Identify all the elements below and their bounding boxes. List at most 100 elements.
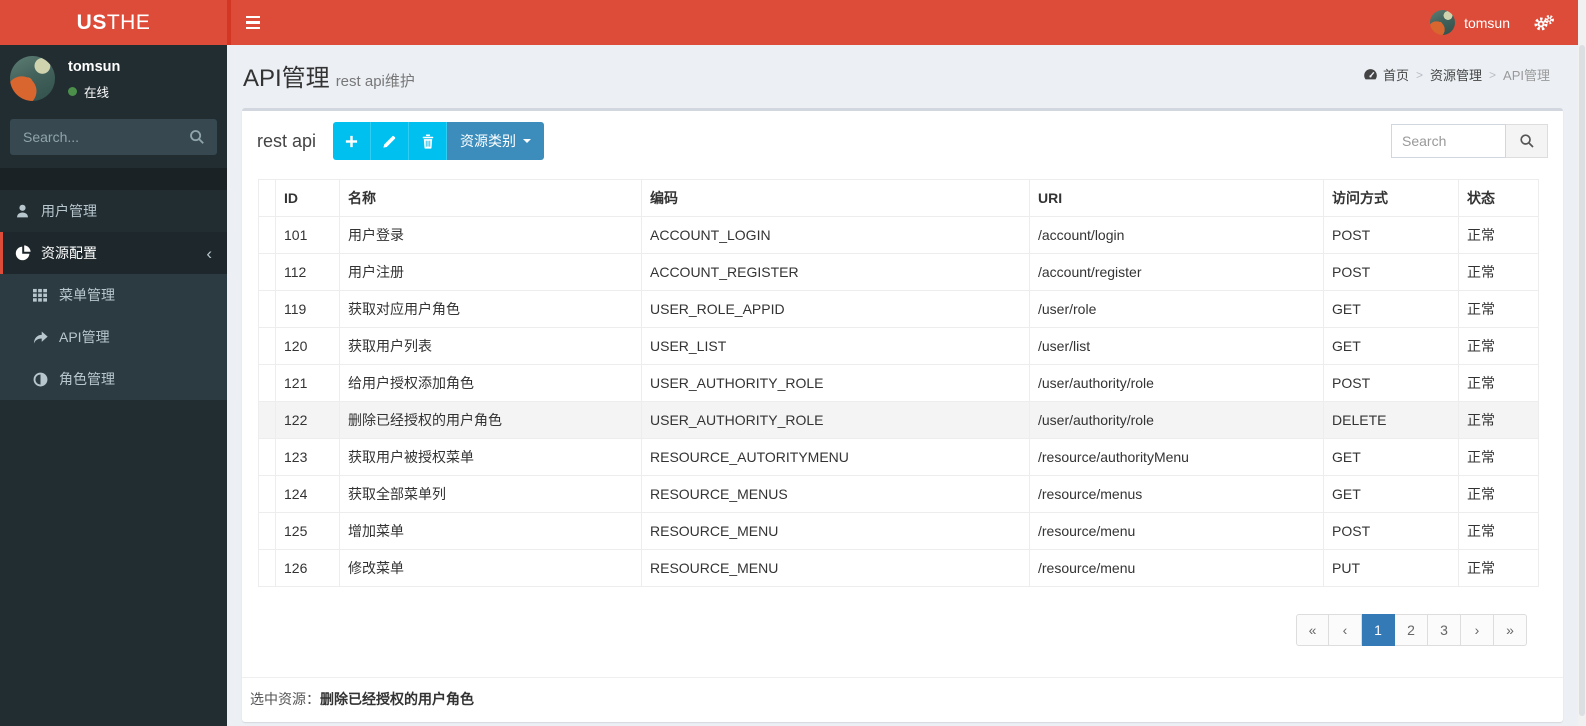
trash-icon [421,134,435,149]
header-method[interactable]: 访问方式 [1324,180,1459,217]
table-search-input[interactable] [1391,124,1506,158]
sidebar-item-resource-config[interactable]: 资源配置 ‹ [0,232,227,274]
cell-uri: /resource/menu [1030,513,1324,550]
cell-name: 修改菜单 [340,550,642,587]
sidebar-item-label: 用户管理 [41,201,97,221]
cell-method: POST [1324,254,1459,291]
add-button[interactable] [333,122,371,160]
delete-button[interactable] [409,122,447,160]
user-status-label: 在线 [84,82,109,101]
cell-status: 正常 [1459,550,1539,587]
breadcrumb-resource[interactable]: 资源管理 [1430,65,1482,84]
cell-id: 121 [276,365,340,402]
sidebar-item-api-management[interactable]: API管理 [0,316,227,358]
breadcrumb: 首页 > 资源管理 > API管理 [1363,65,1550,84]
table-row[interactable]: 125增加菜单RESOURCE_MENU/resource/menuPOST正常 [259,513,1539,550]
dashboard-icon [1363,68,1378,81]
cell-uri: /user/authority/role [1030,402,1324,439]
page-button-1[interactable]: 1 [1362,614,1395,646]
table-search-button[interactable] [1506,124,1548,158]
breadcrumb-separator: > [1489,68,1496,82]
page-button-»[interactable]: » [1494,614,1527,646]
table-row[interactable]: 119获取对应用户角色USER_ROLE_APPID/user/roleGET正… [259,291,1539,328]
cell-status: 正常 [1459,291,1539,328]
cell-status: 正常 [1459,328,1539,365]
cell-method: GET [1324,439,1459,476]
search-icon [189,129,205,145]
edit-button[interactable] [371,122,409,160]
cell-name: 获取全部菜单列 [340,476,642,513]
header-lead-cell [259,180,276,217]
sidebar-username: tomsun [68,59,120,75]
breadcrumb-home[interactable]: 首页 [1363,65,1409,84]
sidebar-item-role-management[interactable]: 角色管理 [0,358,227,400]
sidebar-search-form [10,119,217,155]
cell-method: GET [1324,476,1459,513]
cell-method: PUT [1324,550,1459,587]
scrollbar-thumb[interactable] [1579,45,1585,716]
cell-id: 112 [276,254,340,291]
cell-status: 正常 [1459,254,1539,291]
table-row[interactable]: 126修改菜单RESOURCE_MENU/resource/menuPUT正常 [259,550,1539,587]
cell-code: USER_AUTHORITY_ROLE [642,402,1030,439]
panel-title: rest api [257,131,316,152]
header-code[interactable]: 编码 [642,180,1030,217]
cell-code: ACCOUNT_LOGIN [642,217,1030,254]
sidebar-item-label: 角色管理 [59,369,115,389]
cell-method: POST [1324,365,1459,402]
table-body: 101用户登录ACCOUNT_LOGIN/account/loginPOST正常… [259,217,1539,587]
header-uri[interactable]: URI [1030,180,1324,217]
cell-code: RESOURCE_MENUS [642,476,1030,513]
header-status[interactable]: 状态 [1459,180,1539,217]
header-id[interactable]: ID [276,180,340,217]
table-search-group [1391,124,1548,158]
hamburger-icon [246,16,260,19]
selected-resource-value: 删除已经授权的用户角色 [320,691,474,707]
vertical-scrollbar[interactable] [1578,0,1586,726]
cell-name: 用户登录 [340,217,642,254]
table-row[interactable]: 122删除已经授权的用户角色USER_AUTHORITY_ROLE/user/a… [259,402,1539,439]
cell-id: 123 [276,439,340,476]
navbar-user-menu[interactable]: tomsun [1418,0,1522,45]
cell-status: 正常 [1459,476,1539,513]
gears-icon [1534,14,1554,32]
cell-uri: /account/register [1030,254,1324,291]
cell-uri: /resource/menu [1030,550,1324,587]
page-button-‹[interactable]: ‹ [1329,614,1362,646]
row-lead-cell [259,513,276,550]
navbar-main: tomsun [227,0,1578,45]
page-button-«[interactable]: « [1296,614,1329,646]
pie-chart-icon [15,245,41,261]
cell-uri: /user/role [1030,291,1324,328]
table-row[interactable]: 120获取用户列表USER_LIST/user/listGET正常 [259,328,1539,365]
sidebar-item-menu-management[interactable]: 菜单管理 [0,274,227,316]
sidebar-item-user-management[interactable]: 用户管理 [0,190,227,232]
cell-method: DELETE [1324,402,1459,439]
app-logo[interactable]: USTHE [0,0,227,45]
sidebar-search-button[interactable] [183,125,211,149]
table-row[interactable]: 112用户注册ACCOUNT_REGISTER/account/register… [259,254,1539,291]
cell-status: 正常 [1459,402,1539,439]
resource-category-dropdown[interactable]: 资源类别 [447,122,544,160]
row-lead-cell [259,365,276,402]
sidebar-toggle-button[interactable] [231,0,275,45]
sidebar-item-label: 菜单管理 [59,285,115,305]
table-row[interactable]: 124获取全部菜单列RESOURCE_MENUS/resource/menusG… [259,476,1539,513]
user-status-link[interactable]: 在线 [68,82,120,101]
pencil-icon [382,134,397,149]
table-row[interactable]: 121给用户授权添加角色USER_AUTHORITY_ROLE/user/aut… [259,365,1539,402]
cell-status: 正常 [1459,365,1539,402]
header-name[interactable]: 名称 [340,180,642,217]
cell-status: 正常 [1459,513,1539,550]
page-button-›[interactable]: › [1461,614,1494,646]
table-row[interactable]: 123获取用户被授权菜单RESOURCE_AUTORITYMENU/resour… [259,439,1539,476]
row-lead-cell [259,550,276,587]
sidebar-user-panel: tomsun 在线 [0,45,227,112]
page-button-3[interactable]: 3 [1428,614,1461,646]
settings-gears-button[interactable] [1522,0,1566,45]
page-button-2[interactable]: 2 [1395,614,1428,646]
top-navbar: USTHE tomsun [0,0,1578,45]
cell-name: 删除已经授权的用户角色 [340,402,642,439]
table-row[interactable]: 101用户登录ACCOUNT_LOGIN/account/loginPOST正常 [259,217,1539,254]
main-content: API管理rest api维护 首页 > 资源管理 > API管理 rest a… [227,45,1578,726]
